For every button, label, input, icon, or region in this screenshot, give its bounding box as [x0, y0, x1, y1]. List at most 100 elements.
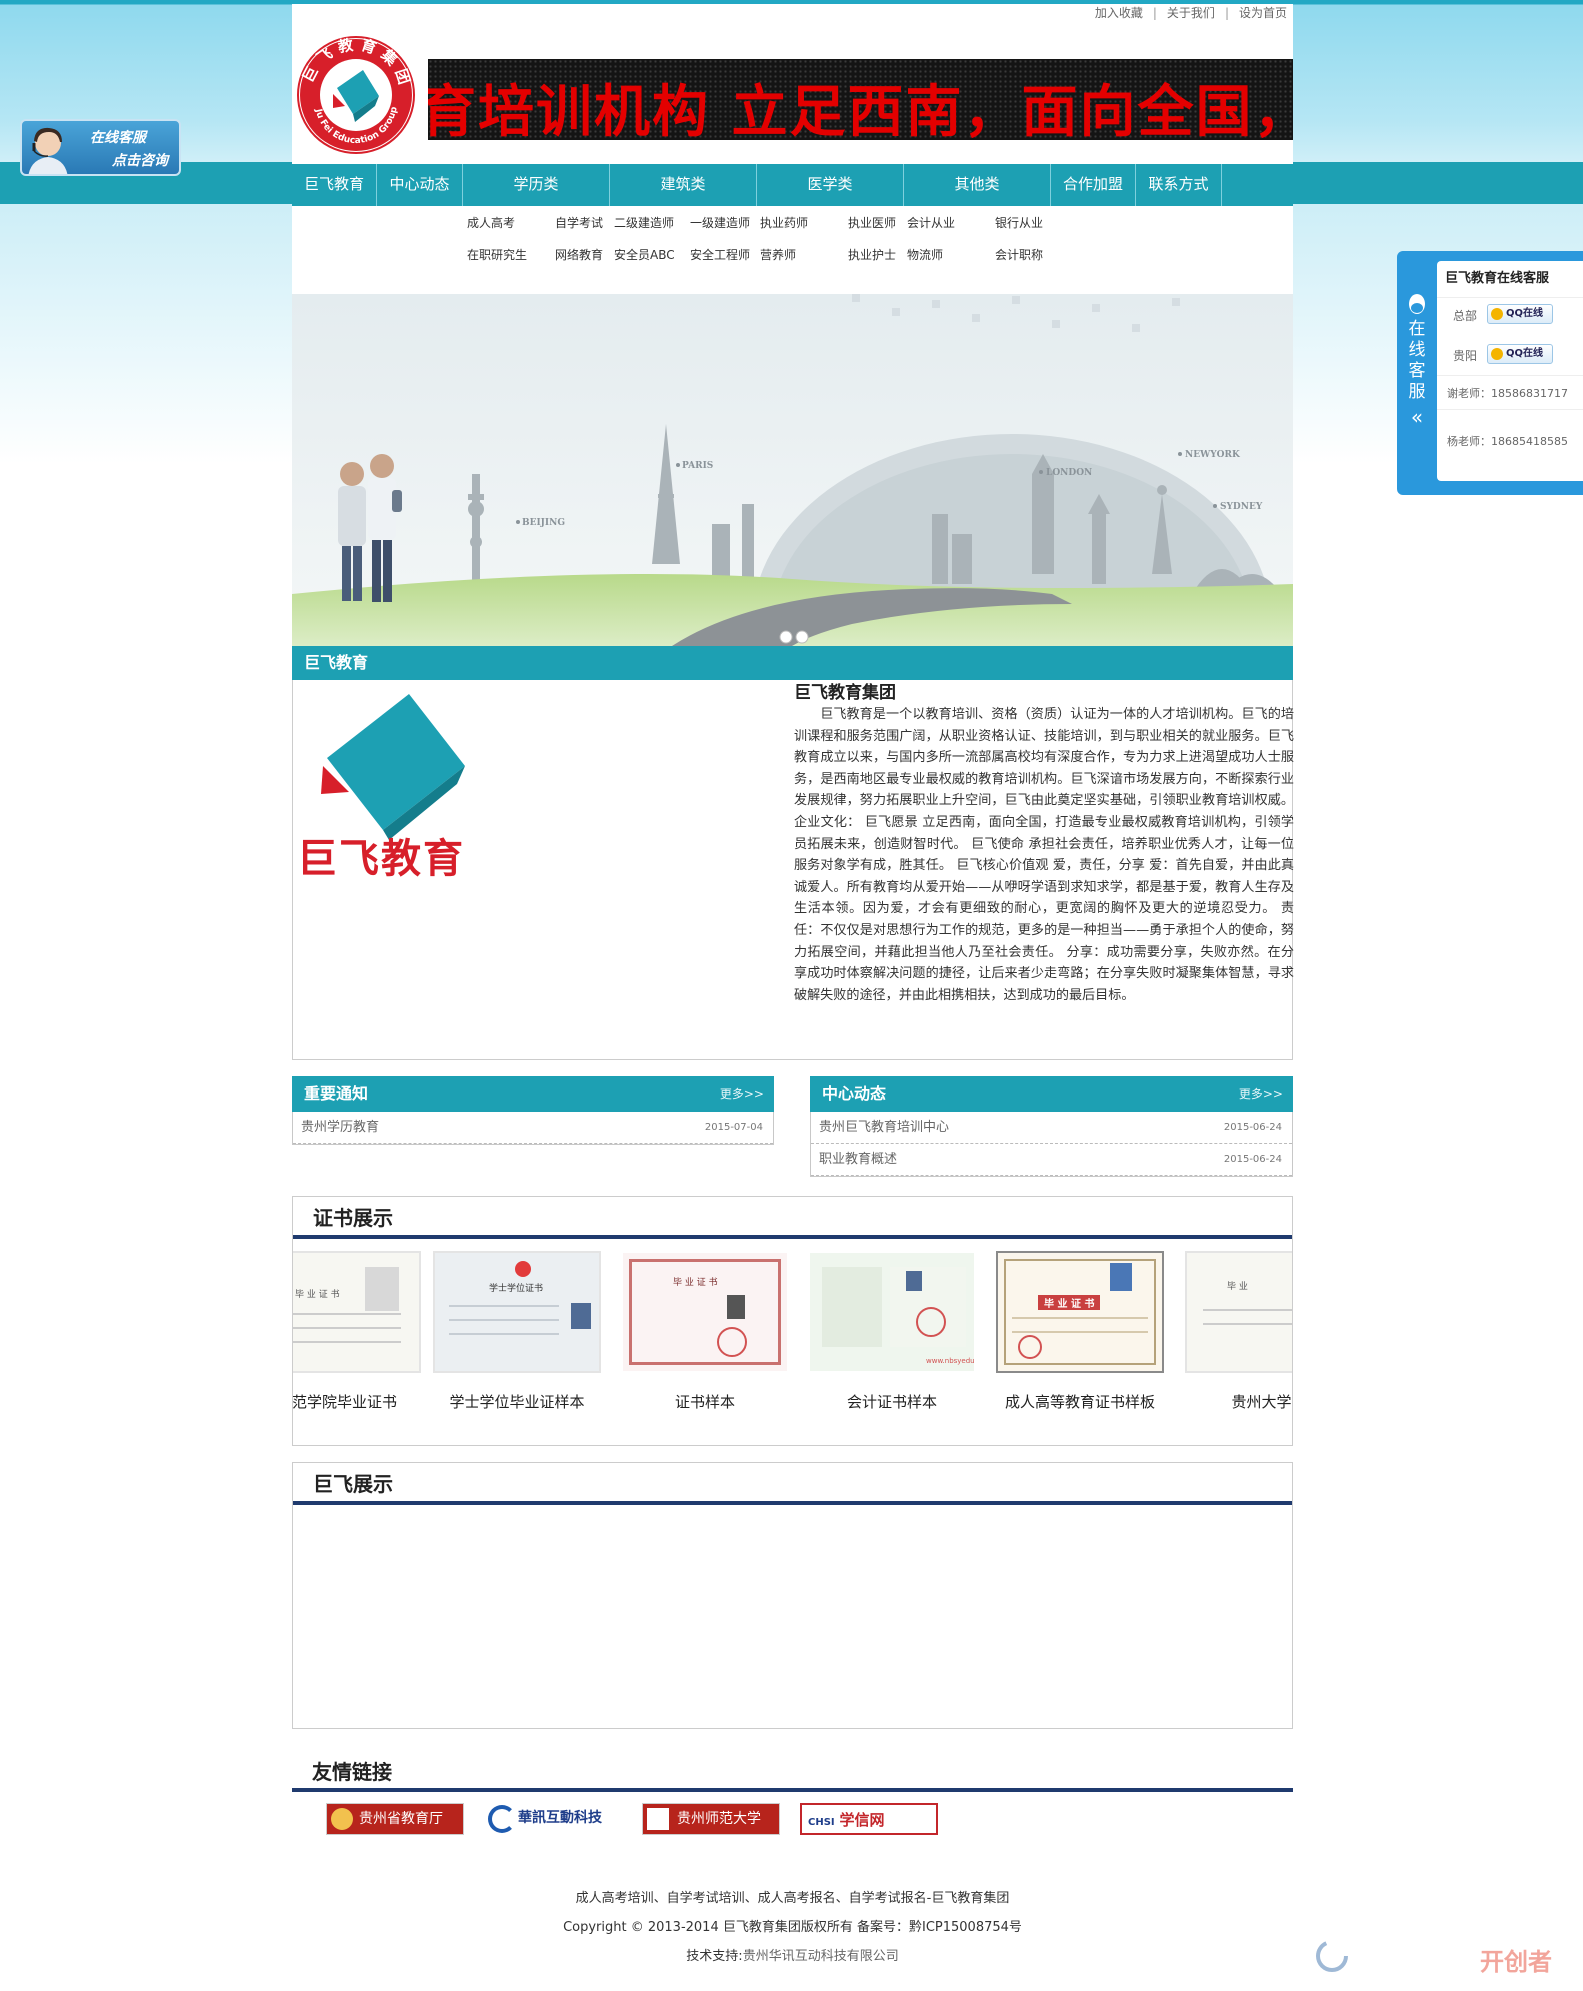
- nav-partnership[interactable]: 合作加盟: [1051, 164, 1136, 206]
- subnav-pharmacist[interactable]: 执业药师: [760, 214, 808, 231]
- certificate-card[interactable]: 学士学位证书 学士学位毕业证样本: [433, 1251, 601, 1412]
- seal-icon: [916, 1307, 946, 1337]
- certificate-card[interactable]: 毕 业 贵州大学毕: [1185, 1251, 1292, 1412]
- subnav-self-study[interactable]: 自学考试: [555, 214, 603, 231]
- subnav-grad-study[interactable]: 在职研究生: [467, 246, 527, 263]
- notice-item-date: 2015-07-04: [704, 1122, 763, 1133]
- nav-contact[interactable]: 联系方式: [1136, 164, 1222, 206]
- subnav-physician[interactable]: 执业医师: [848, 214, 896, 231]
- notice-item-title[interactable]: 贵州学历教育: [301, 1120, 379, 1135]
- chsi-logo-text: CHSI: [808, 1817, 835, 1828]
- separator: |: [1152, 6, 1157, 20]
- add-favorite-link[interactable]: 加入收藏: [1095, 4, 1143, 21]
- friend-link-huaxun[interactable]: 華訊互動科技: [484, 1803, 616, 1835]
- logo-emblem-icon: 巨飞教育集团 Ju Fei Education Group: [297, 35, 415, 154]
- center-news-header: 中心动态 更多>>: [810, 1076, 1293, 1112]
- about-section-header: 巨飞教育: [292, 646, 1293, 680]
- right-online-service-widget: 在线客服 « 巨飞教育在线客服 总部 QQ在线 贵阳 QQ在线 谢老师：1858…: [1397, 251, 1583, 495]
- divider: [1437, 297, 1583, 298]
- subnav-online-edu[interactable]: 网络教育: [555, 246, 603, 263]
- notice-title: 重要通知: [304, 1084, 369, 1103]
- list-item[interactable]: 职业教育概述 2015-06-24: [811, 1144, 1292, 1176]
- photo-placeholder: [571, 1303, 591, 1329]
- certificate-carousel: 毕 业 证 书 师范学院毕业证书 学士学位证书 学士学位毕业证样本: [293, 1251, 1292, 1441]
- nav-degree[interactable]: 学历类: [463, 164, 610, 206]
- ticker-text: 育培训机构 立足西南，面向全国，打造: [428, 79, 1293, 140]
- friend-link-guizhou-edu[interactable]: 贵州省教育厅: [326, 1803, 464, 1835]
- news-item-title[interactable]: 职业教育概述: [819, 1152, 897, 1167]
- divider: [1437, 409, 1583, 410]
- nav-medical[interactable]: 医学类: [757, 164, 904, 206]
- certificate-caption: 师范学院毕业证书: [293, 1393, 397, 1411]
- subnav-logistics[interactable]: 物流师: [907, 246, 943, 263]
- slide-dot-2[interactable]: [795, 630, 809, 644]
- qq-penguin-icon: [1409, 294, 1425, 314]
- certificate-section-title: 证书展示: [293, 1197, 1292, 1239]
- city-label-sydney: SYDNEY: [1220, 502, 1263, 512]
- service-toggle-tab[interactable]: 在线客服 «: [1397, 251, 1437, 495]
- qq-online-button-hq[interactable]: QQ在线: [1487, 304, 1553, 324]
- nav-other[interactable]: 其他类: [904, 164, 1051, 206]
- photo-placeholder: [1110, 1263, 1132, 1291]
- subnav-safety-engineer[interactable]: 安全工程师: [690, 246, 750, 263]
- about-logo: 巨飞教育: [297, 688, 497, 888]
- friend-link-label: 贵州省教育厅: [359, 1811, 443, 1827]
- certificate-card[interactable]: www.nbsyedu.net 会计证书样本: [808, 1251, 976, 1412]
- separator: |: [1224, 6, 1229, 20]
- page-container: 加入收藏 | 关于我们 | 设为首页 巨飞教育集团 Ju Fei Education G…: [292, 4, 1294, 1984]
- subnav-accounting[interactable]: 会计从业: [907, 214, 955, 231]
- subnav-banking[interactable]: 银行从业: [995, 214, 1043, 231]
- qq-online-button-guiyang[interactable]: QQ在线: [1487, 344, 1553, 364]
- subnav-second-builder[interactable]: 二级建造师: [614, 214, 674, 231]
- certificate-caption: 会计证书样本: [846, 1393, 937, 1411]
- friend-link-label: 華訊互動科技: [518, 1810, 602, 1826]
- subnav-accounting-title[interactable]: 会计职称: [995, 246, 1043, 263]
- footer-copyright: Copyright © 2013-2014 巨飞教育集团版权所有 备案号：黔IC…: [563, 1920, 1022, 1935]
- site-logo[interactable]: 巨飞教育集团 Ju Fei Education Group: [293, 34, 419, 156]
- left-online-service-widget[interactable]: 在线客服 点击咨询: [20, 119, 181, 176]
- notice-more-link[interactable]: 更多>>: [720, 1076, 764, 1112]
- qq-status-icon: [1491, 348, 1503, 360]
- seal-icon: [717, 1327, 747, 1357]
- notice-header: 重要通知 更多>>: [292, 1076, 774, 1112]
- footer-support-label: 技术支持:: [686, 1949, 743, 1964]
- jufei-show-title: 巨飞展示: [293, 1463, 1292, 1505]
- hero-banner[interactable]: PARIS LONDON NEWYORK BEIJING SYDNEY: [292, 294, 1293, 646]
- subnav-nurse[interactable]: 执业护士: [848, 246, 896, 263]
- service-panel-inner: 巨飞教育在线客服 总部 QQ在线 贵阳 QQ在线 谢老师：18586831717…: [1437, 261, 1583, 481]
- center-news-more-link[interactable]: 更多>>: [1239, 1076, 1283, 1112]
- list-item[interactable]: 贵州巨飞教育培训中心 2015-06-24: [811, 1112, 1292, 1144]
- subnav-nutritionist[interactable]: 营养师: [760, 246, 796, 263]
- qq-label-hq: 总部: [1453, 309, 1478, 323]
- slide-dot-1[interactable]: [779, 630, 793, 644]
- about-body: 巨飞教育是一个以教育培训、资格（资质）认证为一体的人才培训机构。巨飞的培训课程和…: [794, 707, 1294, 1003]
- footer-support-link[interactable]: 贵州华讯互动科技有限公司: [743, 1949, 899, 1964]
- news-item-date: 2015-06-24: [1223, 1154, 1282, 1165]
- nav-center-news[interactable]: 中心动态: [377, 164, 463, 206]
- subnav-first-builder[interactable]: 一级建造师: [690, 214, 750, 231]
- certificate-doc-title: 毕 业: [1227, 1282, 1248, 1292]
- certificate-doc-title: 毕 业 证 书: [673, 1278, 718, 1288]
- about-text-block: 巨飞教育集团 巨飞教育是一个以教育培训、资格（资质）认证为一体的人才培训机构。巨…: [794, 682, 1294, 1006]
- friend-link-chsi[interactable]: CHSI 学信网: [800, 1803, 938, 1835]
- friend-link-gznu[interactable]: 贵州师范大学: [642, 1803, 780, 1835]
- certificate-card[interactable]: 毕 业 证 书 证书样本: [621, 1251, 789, 1412]
- about-us-link[interactable]: 关于我们: [1167, 4, 1215, 21]
- about-section-title: 巨飞教育: [304, 653, 369, 672]
- seal-icon: [1018, 1335, 1042, 1359]
- divider: [1437, 375, 1583, 376]
- center-news-title: 中心动态: [822, 1084, 887, 1103]
- news-item-title[interactable]: 贵州巨飞教育培训中心: [819, 1120, 949, 1135]
- set-homepage-link[interactable]: 设为首页: [1239, 4, 1287, 21]
- nav-construction[interactable]: 建筑类: [610, 164, 757, 206]
- collapse-arrow-icon[interactable]: «: [1405, 405, 1429, 429]
- watermark-logo-icon: [1316, 1940, 1348, 1972]
- certificate-card[interactable]: 毕 业 证 书 成人高等教育证书样板: [996, 1251, 1164, 1412]
- certificate-card[interactable]: 毕 业 证 书 师范学院毕业证书: [293, 1251, 421, 1412]
- list-item[interactable]: 贵州学历教育 2015-07-04: [293, 1112, 773, 1144]
- subnav-safety-abc[interactable]: 安全员ABC: [614, 246, 675, 263]
- city-label-beijing: BEIJING: [522, 518, 565, 528]
- certificate-doc-title: 学士学位证书: [489, 1284, 544, 1294]
- subnav-adult-exam[interactable]: 成人高考: [467, 214, 515, 231]
- nav-jufei-education[interactable]: 巨飞教育: [292, 164, 377, 206]
